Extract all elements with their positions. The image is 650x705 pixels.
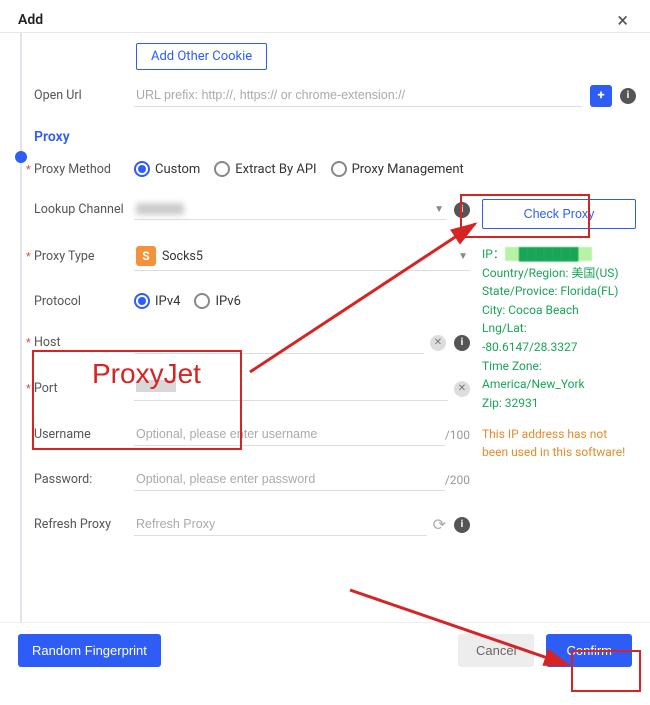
add-other-cookie-button[interactable]: Add Other Cookie [136,43,267,70]
info-icon[interactable]: i [620,88,636,104]
chevron-down-icon: ▼ [434,204,444,215]
timeline-dot [15,151,27,163]
random-fingerprint-button[interactable]: Random Fingerprint [18,634,161,667]
proxy-method-api[interactable]: Extract By API [214,161,316,177]
username-label: Username [34,427,134,442]
protocol-label: Protocol [34,294,134,309]
confirm-button[interactable]: Confirm [546,634,632,667]
socks-icon: S [136,246,156,266]
password-label: Password: [34,472,134,487]
password-max: /200 [445,473,470,487]
proxy-type-label: Proxy Type [34,249,134,264]
clear-icon[interactable]: ✕ [454,381,470,397]
open-url-label: Open Url [34,88,134,103]
lookup-channel-label: Lookup Channel [34,202,134,217]
proxy-method-label: Proxy Method [34,162,134,177]
lookup-value-hidden [136,203,184,215]
lookup-channel-select[interactable]: ▼ [134,199,446,220]
page-title: Add [18,12,43,28]
ip-warning: This IP address has not been used in thi… [482,426,636,461]
refresh-proxy-label: Refresh Proxy [34,517,134,532]
username-input[interactable] [134,423,445,446]
proxy-type-select[interactable]: SSocks5 ▼ [134,242,470,271]
username-max: /100 [445,428,470,442]
info-icon[interactable]: i [454,202,470,218]
clear-icon[interactable]: ✕ [430,335,446,351]
host-label: Host [34,335,134,350]
close-icon[interactable]: × [613,8,632,32]
host-input[interactable] [134,331,424,354]
proxy-section-title: Proxy [34,129,636,145]
port-value-hidden [136,380,176,392]
password-input[interactable] [134,468,445,491]
open-url-input[interactable] [134,84,582,107]
ip-value-hidden: ███████ [505,247,593,261]
ip-info: IP：███████ Country/Region: 美国(US) State/… [482,245,636,412]
proxy-method-mgmt[interactable]: Proxy Management [331,161,464,177]
protocol-ipv6[interactable]: IPv6 [194,293,240,309]
protocol-ipv4[interactable]: IPv4 [134,293,180,309]
chevron-down-icon: ▼ [458,251,468,262]
timeline-rail [20,33,22,678]
proxy-method-custom[interactable]: Custom [134,161,200,177]
refresh-proxy-input[interactable] [134,513,427,536]
info-icon[interactable]: i [454,517,470,533]
port-label: Port [34,381,134,396]
refresh-icon[interactable]: ⟳ [433,515,446,534]
cancel-button[interactable]: Cancel [458,634,534,667]
add-url-button[interactable]: + [590,85,612,107]
port-input[interactable] [134,376,448,401]
info-icon[interactable]: i [454,335,470,351]
check-proxy-button[interactable]: Check Proxy [482,199,636,229]
